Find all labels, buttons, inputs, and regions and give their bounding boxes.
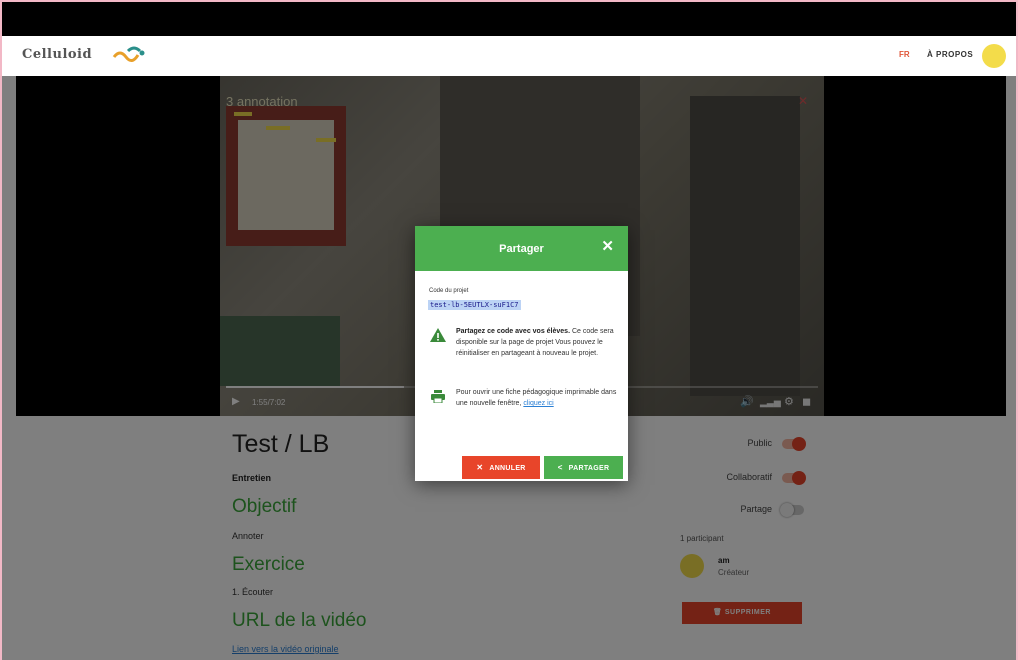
- app-frame: Celluloid FR À PROPOS 3 annotation ✕ ▶ 1…: [0, 0, 1018, 660]
- dialog-title: Partager: [499, 243, 544, 255]
- warning-icon: [430, 328, 446, 342]
- print-sheet-link[interactable]: cliquez ici: [523, 400, 553, 407]
- logo-mark-icon: [112, 46, 145, 62]
- close-icon: ✕: [476, 463, 484, 472]
- print-icon: [431, 390, 445, 403]
- about-link[interactable]: À PROPOS: [927, 50, 973, 59]
- app-header: Celluloid FR À PROPOS: [2, 36, 1016, 76]
- print-sheet-text: Pour ouvrir une fiche pédagogique imprim…: [456, 387, 621, 409]
- logo-text[interactable]: Celluloid: [22, 47, 92, 62]
- cancel-button[interactable]: ✕ ANNULER: [462, 456, 540, 479]
- share-instructions: Partagez ce code avec vos élèves. Ce cod…: [456, 326, 621, 359]
- project-code-label: Code du projet: [429, 288, 469, 294]
- share-instructions-bold: Partagez ce code avec vos élèves.: [456, 328, 571, 335]
- close-icon[interactable]: ✕: [601, 237, 614, 255]
- cancel-button-label: ANNULER: [489, 465, 526, 472]
- language-switch[interactable]: FR: [899, 50, 910, 59]
- share-button[interactable]: < PARTAGER: [544, 456, 623, 479]
- browser-top-bar: [2, 2, 1016, 36]
- dialog-header: Partager ✕: [415, 226, 628, 271]
- project-code[interactable]: test-lb-5EUTLX-suF1C7: [428, 300, 521, 310]
- share-dialog: Partager ✕ Code du projet test-lb-5EUTLX…: [415, 226, 628, 481]
- avatar-icon[interactable]: [982, 44, 1006, 68]
- share-button-label: PARTAGER: [568, 465, 610, 472]
- share-icon: <: [557, 463, 563, 472]
